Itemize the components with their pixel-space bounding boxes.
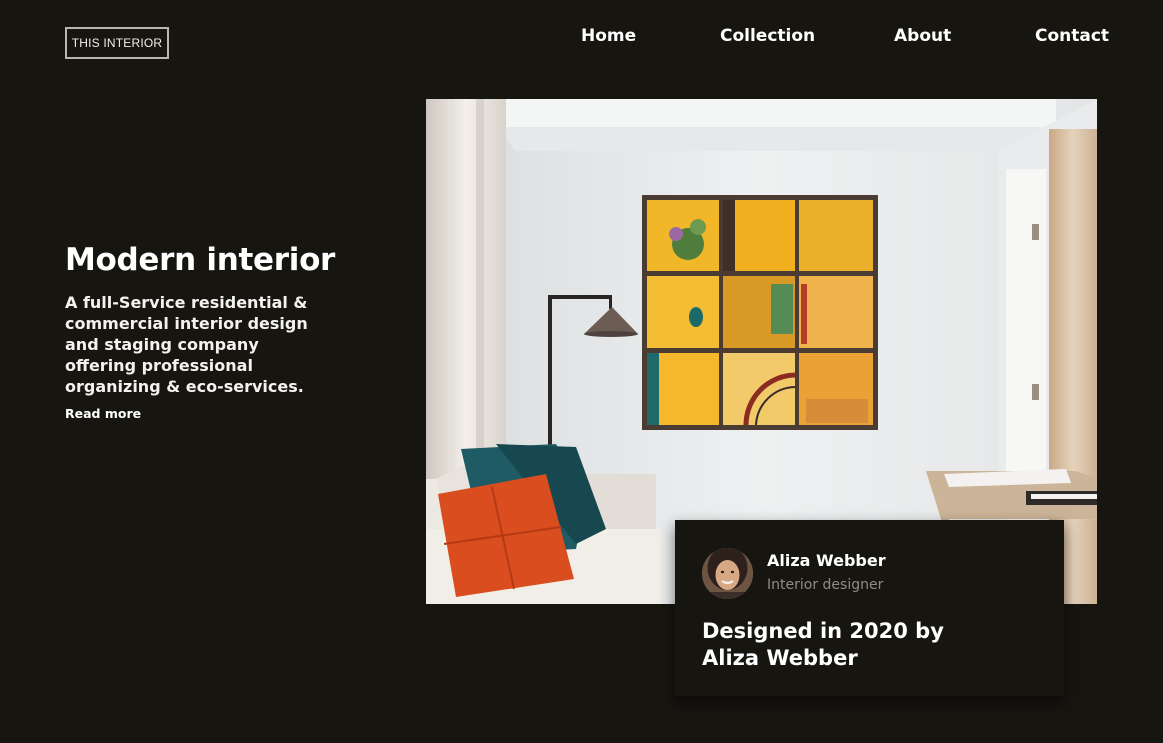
logo[interactable]: THIS INTERIOR [65, 27, 169, 59]
hero-title: Modern interior [65, 242, 336, 278]
page: THIS INTERIOR Home Collection About Cont… [0, 0, 1163, 743]
designer-card: Aliza Webber Interior designer Designed … [675, 520, 1064, 696]
designer-name: Aliza Webber [767, 551, 886, 570]
read-more-link[interactable]: Read more [65, 406, 141, 421]
nav-about[interactable]: About [894, 26, 951, 46]
designer-avatar [702, 548, 753, 599]
designed-by-caption: Designed in 2020 by Aliza Webber [702, 619, 944, 670]
nav-contact[interactable]: Contact [1035, 26, 1109, 46]
nav-home[interactable]: Home [581, 26, 636, 46]
designer-role: Interior designer [767, 577, 884, 593]
hero-description: A full-Service residential & commercial … [65, 293, 308, 396]
nav-collection[interactable]: Collection [720, 26, 815, 46]
